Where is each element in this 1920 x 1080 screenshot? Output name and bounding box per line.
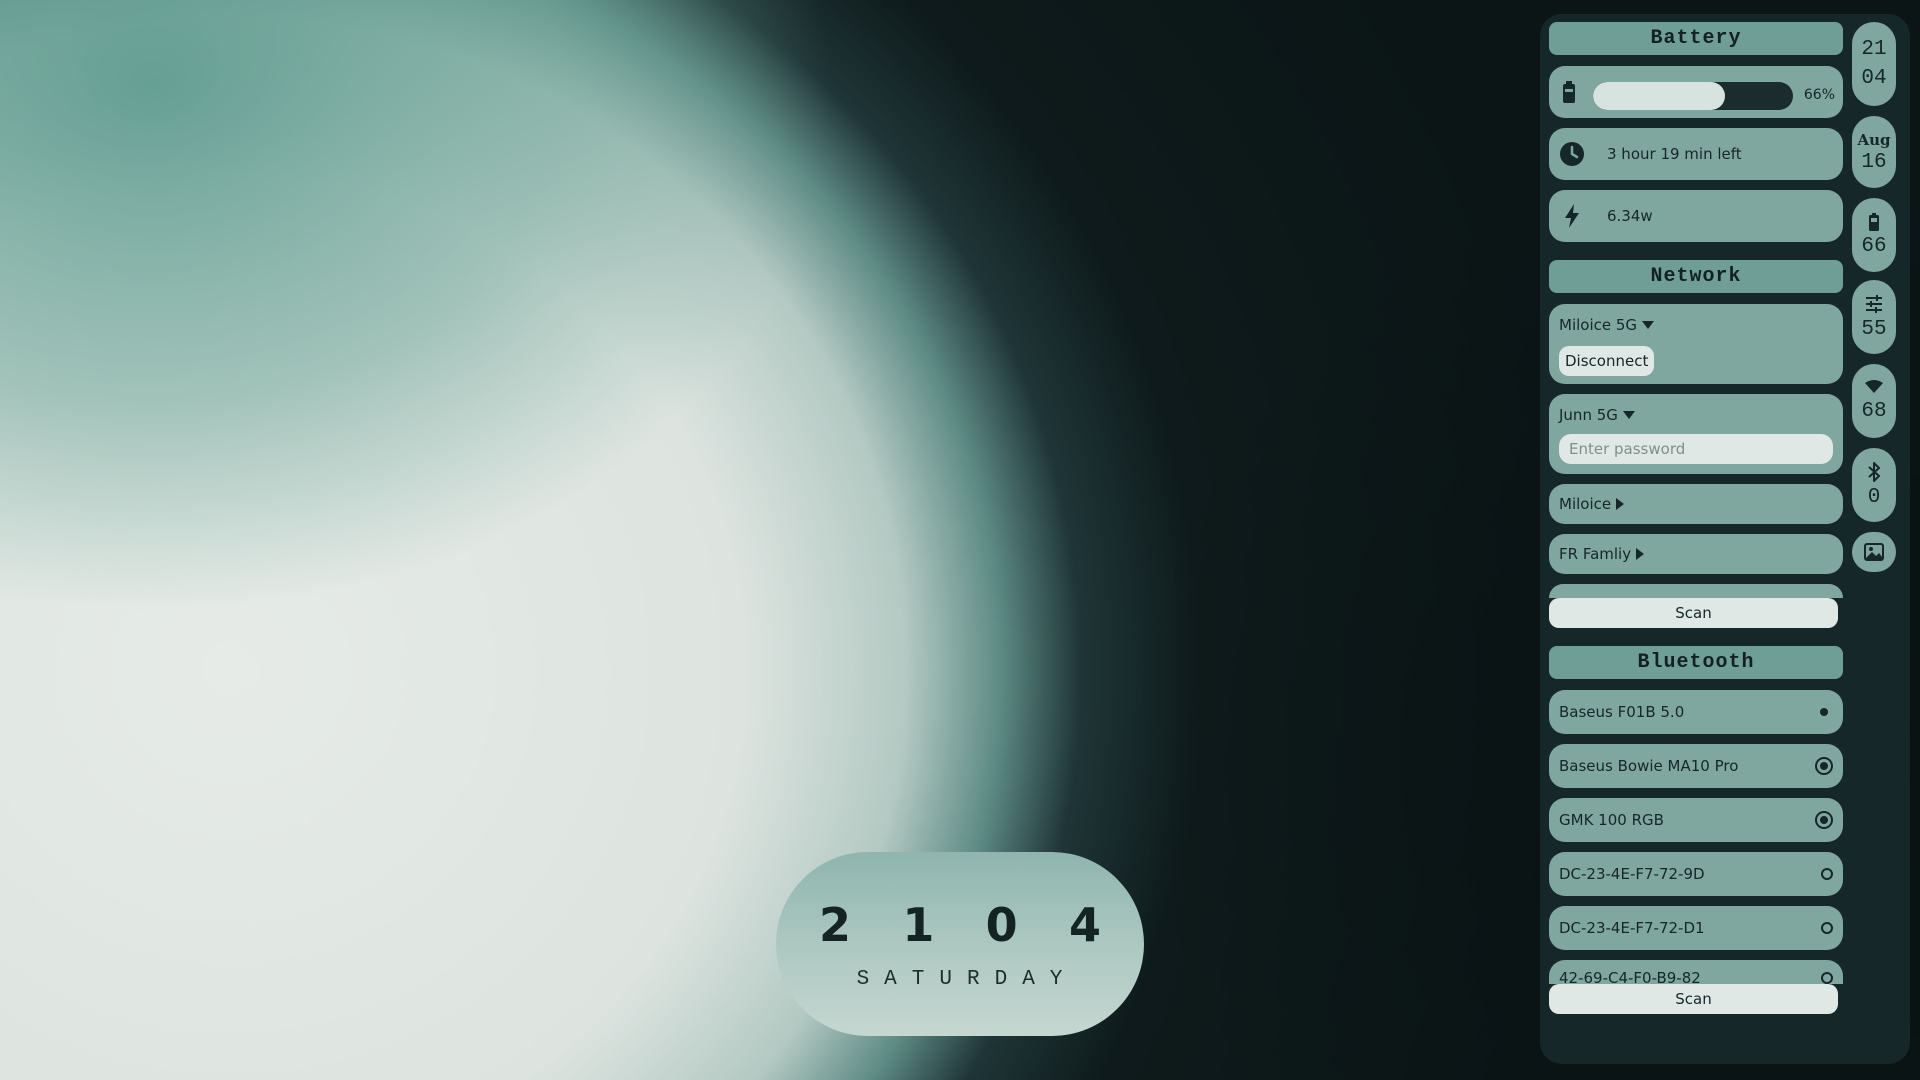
strip-volume-value: 55 (1861, 317, 1887, 341)
bt-device-name: Baseus F01B 5.0 (1559, 703, 1685, 721)
clock-minute-ones: 4 (1068, 897, 1101, 952)
password-input[interactable] (1559, 434, 1833, 464)
radio-dot (1820, 762, 1828, 770)
bt-device-name: DC-23-4E-F7-72-D1 (1559, 919, 1705, 937)
strip-bluetooth[interactable]: 0 (1852, 448, 1896, 522)
bluetooth-header: Bluetooth (1549, 646, 1843, 679)
strip-battery-value: 66 (1861, 234, 1887, 258)
bt-device-name: DC-23-4E-F7-72-9D (1559, 865, 1705, 883)
bt-device-name: GMK 100 RGB (1559, 811, 1664, 829)
strip-month: Aug (1857, 130, 1891, 149)
network-item-fr-famliy[interactable]: FR Famliy (1549, 534, 1843, 574)
clock-hour-ones: 1 (902, 897, 935, 952)
image-icon (1864, 543, 1884, 561)
strip-volume[interactable]: 55 (1852, 280, 1896, 354)
battery-progress-bar (1593, 82, 1793, 110)
clock-minute-tens: 0 (985, 897, 1018, 952)
bt-device-item[interactable]: DC-23-4E-F7-72-9D (1549, 852, 1843, 896)
strip-wifi-value: 68 (1861, 399, 1887, 423)
strip-wallpaper[interactable] (1852, 532, 1896, 572)
bt-device-item[interactable]: Baseus F01B 5.0 (1549, 690, 1843, 734)
network-item-partial (1549, 584, 1843, 598)
network-name: Junn 5G (1559, 406, 1618, 424)
sliders-icon (1866, 294, 1882, 313)
strip-hour: 21 (1861, 38, 1887, 61)
bt-device-name: 42-69-C4-F0-B9-82 (1559, 969, 1701, 984)
radio-selected-icon[interactable] (1815, 811, 1833, 829)
bluetooth-scan-button[interactable]: Scan (1549, 984, 1838, 1014)
bt-device-item[interactable]: GMK 100 RGB (1549, 798, 1843, 842)
caret-down-icon (1642, 321, 1655, 329)
network-item-miloice-5g[interactable]: Miloice 5G Disconnect (1549, 304, 1843, 384)
strip-wifi[interactable]: 68 (1852, 364, 1896, 438)
caret-right-icon (1616, 498, 1625, 510)
bt-device-name: Baseus Bowie MA10 Pro (1559, 757, 1739, 775)
network-item-miloice[interactable]: Miloice (1549, 484, 1843, 524)
battery-power: 6.34w (1607, 207, 1653, 225)
radio-dot (1820, 708, 1828, 716)
network-scan-button[interactable]: Scan (1549, 598, 1838, 628)
radio-selected-icon[interactable] (1815, 757, 1833, 775)
battery-percent: 66% (1803, 87, 1835, 103)
disconnect-button[interactable]: Disconnect (1559, 346, 1655, 376)
battery-time-card: 3 hour 19 min left (1549, 128, 1843, 180)
strip-minute: 04 (1861, 67, 1887, 90)
radio-dot (1820, 816, 1828, 824)
bt-device-item[interactable]: 42-69-C4-F0-B9-82 (1549, 960, 1843, 984)
battery-header: Battery (1549, 22, 1843, 55)
network-toggle[interactable]: Junn 5G (1559, 406, 1635, 424)
radio-empty-icon[interactable] (1821, 922, 1833, 934)
strip-day: 16 (1861, 150, 1887, 174)
clock-digits: 2 1 0 4 (815, 898, 1105, 952)
battery-icon (1869, 212, 1879, 231)
radio-empty-icon[interactable] (1821, 972, 1833, 984)
network-name: FR Famliy (1559, 545, 1632, 563)
radio-empty-icon[interactable] (1821, 868, 1833, 880)
wifi-icon (1865, 379, 1883, 393)
strip-battery[interactable]: 66 (1852, 198, 1896, 272)
network-name: Miloice (1559, 495, 1612, 513)
battery-progress-fill (1593, 82, 1725, 110)
battery-icon (1549, 66, 1589, 118)
bt-device-item[interactable]: Baseus Bowie MA10 Pro (1549, 744, 1843, 788)
bt-device-row: 42-69-C4-F0-B9-82 (1549, 960, 1843, 984)
clock-icon (1549, 141, 1595, 167)
bt-device-item[interactable]: DC-23-4E-F7-72-D1 (1549, 906, 1843, 950)
lightning-icon (1549, 204, 1595, 228)
caret-down-icon (1622, 411, 1635, 419)
strip-bluetooth-value: 0 (1867, 485, 1881, 509)
caret-right-icon (1636, 548, 1645, 560)
strip-time: 21 04 (1852, 22, 1896, 106)
network-item-junn-5g[interactable]: Junn 5G (1549, 394, 1843, 474)
clock-hour-tens: 2 (818, 897, 851, 952)
network-toggle[interactable]: FR Famliy (1559, 545, 1645, 563)
strip-date: Aug 16 (1852, 116, 1896, 188)
network-toggle[interactable]: Miloice 5G (1559, 316, 1655, 334)
clock-day: SATURDAY (856, 967, 1078, 991)
connected-indicator-icon[interactable] (1815, 703, 1833, 721)
battery-time-left: 3 hour 19 min left (1607, 145, 1742, 163)
network-name: Miloice 5G (1559, 316, 1638, 334)
network-toggle[interactable]: Miloice (1559, 495, 1625, 513)
clock-widget: 2 1 0 4 SATURDAY (776, 852, 1144, 1036)
network-header: Network (1549, 260, 1843, 293)
battery-power-card: 6.34w (1549, 190, 1843, 242)
bluetooth-icon (1868, 461, 1880, 482)
battery-level-card: 66% (1549, 66, 1843, 118)
